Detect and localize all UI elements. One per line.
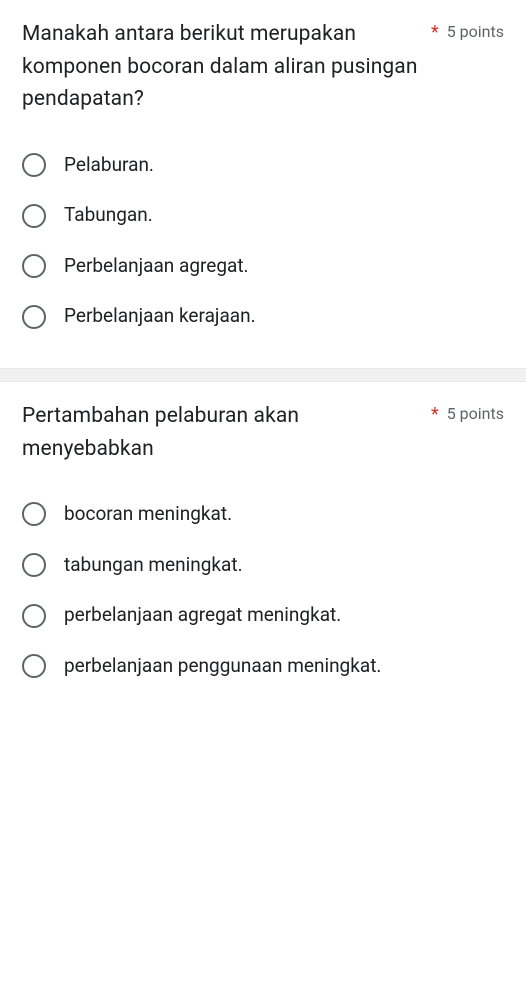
question-header: Pertambahan pelaburan akan menyebabkan *… [22, 400, 504, 465]
question-card: Manakah antara berikut merupakan kompone… [0, 0, 526, 368]
card-divider [0, 368, 526, 382]
question-text: Manakah antara berikut merupakan kompone… [22, 18, 423, 116]
question-header: Manakah antara berikut merupakan kompone… [22, 18, 504, 116]
radio-icon [22, 305, 46, 329]
option-label: tabungan meningkat. [64, 552, 243, 579]
required-marker: * [431, 22, 439, 43]
question-text: Pertambahan pelaburan akan menyebabkan [22, 400, 423, 465]
option-label: Perbelanjaan agregat. [64, 253, 249, 280]
radio-option[interactable]: bocoran meningkat. [22, 489, 504, 540]
option-label: perbelanjaan agregat meningkat. [64, 602, 341, 629]
radio-option[interactable]: perbelanjaan agregat meningkat. [22, 590, 504, 641]
option-label: bocoran meningkat. [64, 501, 232, 528]
options-group: bocoran meningkat. tabungan meningkat. p… [22, 489, 504, 691]
options-group: Pelaburan. Tabungan. Perbelanjaan agrega… [22, 140, 504, 342]
question-card: Pertambahan pelaburan akan menyebabkan *… [0, 382, 526, 717]
radio-option[interactable]: Pelaburan. [22, 140, 504, 191]
option-label: Perbelanjaan kerajaan. [64, 303, 256, 330]
radio-icon [22, 553, 46, 577]
question-meta: * 5 points [431, 404, 504, 425]
radio-option[interactable]: Tabungan. [22, 190, 504, 241]
points-label: 5 points [447, 22, 504, 41]
radio-option[interactable]: perbelanjaan penggunaan meningkat. [22, 641, 504, 692]
points-label: 5 points [447, 404, 504, 423]
radio-icon [22, 502, 46, 526]
option-label: Tabungan. [64, 202, 153, 229]
radio-icon [22, 654, 46, 678]
radio-icon [22, 153, 46, 177]
option-label: Pelaburan. [64, 152, 154, 179]
radio-icon [22, 254, 46, 278]
radio-option[interactable]: tabungan meningkat. [22, 540, 504, 591]
question-meta: * 5 points [431, 22, 504, 43]
option-label: perbelanjaan penggunaan meningkat. [64, 653, 381, 680]
radio-icon [22, 204, 46, 228]
required-marker: * [431, 404, 439, 425]
radio-option[interactable]: Perbelanjaan kerajaan. [22, 291, 504, 342]
radio-icon [22, 604, 46, 628]
radio-option[interactable]: Perbelanjaan agregat. [22, 241, 504, 292]
